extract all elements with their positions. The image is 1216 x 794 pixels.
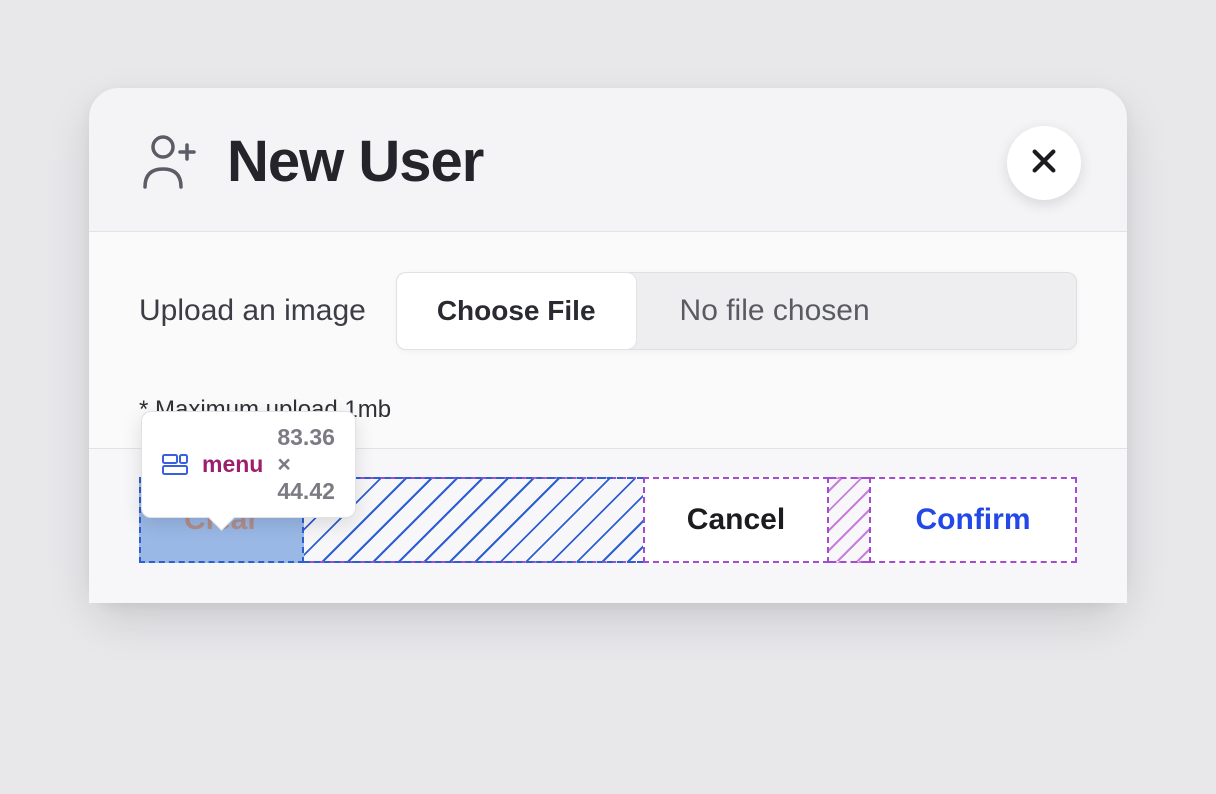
flex-inspector-overlay: Clear menu 83.36 × 44.42 Cancel — [139, 477, 1077, 563]
user-plus-icon — [139, 131, 201, 193]
confirm-button[interactable]: Confirm — [869, 477, 1077, 563]
close-icon — [1028, 145, 1060, 182]
dialog-footer: Clear menu 83.36 × 44.42 Cancel — [89, 448, 1127, 603]
flex-gap — [829, 477, 869, 563]
devtools-tooltip: menu 83.36 × 44.42 — [141, 411, 356, 518]
dialog-header: New User — [89, 88, 1127, 231]
file-picker[interactable]: Choose File No file chosen — [396, 272, 1077, 350]
upload-row: Upload an image Choose File No file chos… — [139, 272, 1077, 350]
choose-file-button[interactable]: Choose File — [396, 272, 637, 350]
file-status: No file chosen — [636, 273, 1076, 349]
tooltip-element-name: menu — [202, 451, 263, 478]
clear-button[interactable]: Clear menu 83.36 × 44.42 — [139, 477, 304, 563]
dialog-title: New User — [227, 128, 483, 195]
upload-label: Upload an image — [139, 294, 366, 328]
cancel-button[interactable]: Cancel — [643, 477, 829, 563]
tooltip-dimensions: 83.36 × 44.42 — [277, 424, 335, 505]
flex-layout-icon — [162, 454, 188, 476]
close-button[interactable] — [1007, 126, 1081, 200]
new-user-dialog: New User Upload an image Choose File No … — [89, 88, 1127, 603]
